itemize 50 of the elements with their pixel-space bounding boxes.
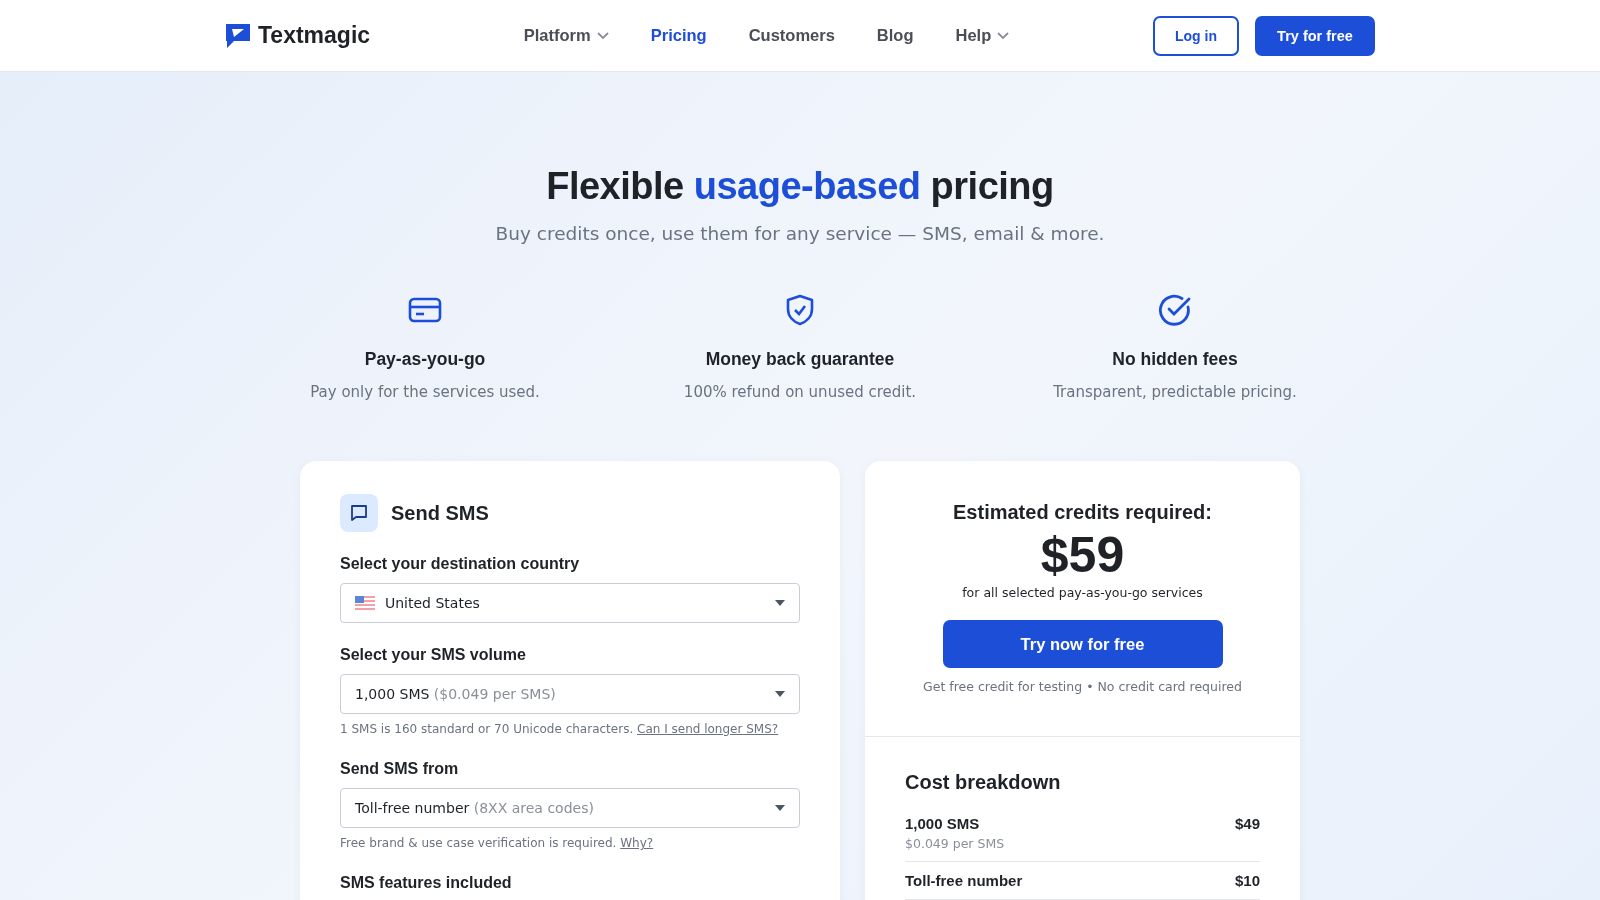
field-label: Select your SMS volume [340, 645, 527, 665]
card-title: Send SMS [391, 501, 489, 525]
feature-title: No hidden fees [1112, 348, 1238, 371]
summary-heading: Estimated credits required: [953, 500, 1212, 525]
item-price: $49 [1234, 815, 1260, 834]
item-detail: $0.049 per SMS [905, 836, 1005, 851]
caret-icon [775, 805, 785, 811]
nav-link[interactable]: Blog [876, 26, 914, 45]
logo-icon [225, 22, 251, 49]
credit-card-icon [408, 297, 442, 323]
nav-link[interactable]: Platform [523, 26, 609, 45]
feature-title: Pay-as-you-go [364, 348, 486, 371]
hint-text: 1 SMS is 160 standard or 70 Unicode characters. Can I send longer SMS? [340, 721, 780, 737]
feature-description: Transparent, predictable pricing. [1053, 382, 1297, 403]
select-dropdown[interactable]: 1,000 SMS ($0.049 per SMS) [340, 674, 800, 714]
caret-icon [775, 600, 785, 606]
logo-text[interactable]: Textmagic [258, 22, 371, 49]
field-label: Select your destination country [340, 554, 581, 574]
total-amount: $59 [1040, 527, 1125, 583]
chevron-down-icon [997, 31, 1010, 40]
page-heading: Flexible usage-based pricing [545, 164, 1055, 209]
try-now-button[interactable]: Try now for free [942, 620, 1223, 668]
select-dropdown[interactable]: United States [340, 583, 800, 623]
nav-link[interactable]: Pricing [650, 26, 707, 45]
try-free-button[interactable]: Try for free [1255, 15, 1375, 56]
inline-link[interactable]: Why? [620, 836, 654, 850]
chat-bubble-icon [340, 494, 378, 532]
check-circle-icon [1158, 293, 1192, 327]
item-price: $10 [1234, 872, 1260, 889]
page-subtitle: Buy credits once, use them for any service — SMS, email & more. [494, 222, 1106, 246]
breakdown-heading: Cost breakdown [905, 770, 1062, 795]
amount-note: for all selected pay-as-you-go services [962, 585, 1203, 600]
shield-check-icon [786, 294, 814, 326]
field-label: Send SMS from [340, 759, 460, 779]
nav-link[interactable]: Help [955, 26, 1010, 45]
feature-title: Money back guarantee [705, 348, 895, 371]
select-dropdown[interactable]: Toll-free number (8XX area codes) [340, 788, 800, 828]
flag-icon [355, 596, 375, 610]
feature-description: 100% refund on unused credit. [683, 382, 917, 403]
nav-link[interactable]: Customers [748, 26, 835, 45]
section-heading: SMS features included [340, 873, 513, 893]
chevron-down-icon [596, 31, 609, 40]
summary-note: Get free credit for testing • No credit card required [923, 679, 1242, 694]
hint-text: Free brand & use case verification is required. Why? [340, 835, 655, 851]
caret-icon [775, 691, 785, 697]
feature-description: Pay only for the services used. [310, 382, 540, 403]
item-name: 1,000 SMS [905, 815, 981, 832]
item-name: Toll-free number [905, 872, 1023, 889]
login-button[interactable]: Log in [1153, 15, 1239, 56]
inline-link[interactable]: Can I send longer SMS? [637, 722, 779, 736]
